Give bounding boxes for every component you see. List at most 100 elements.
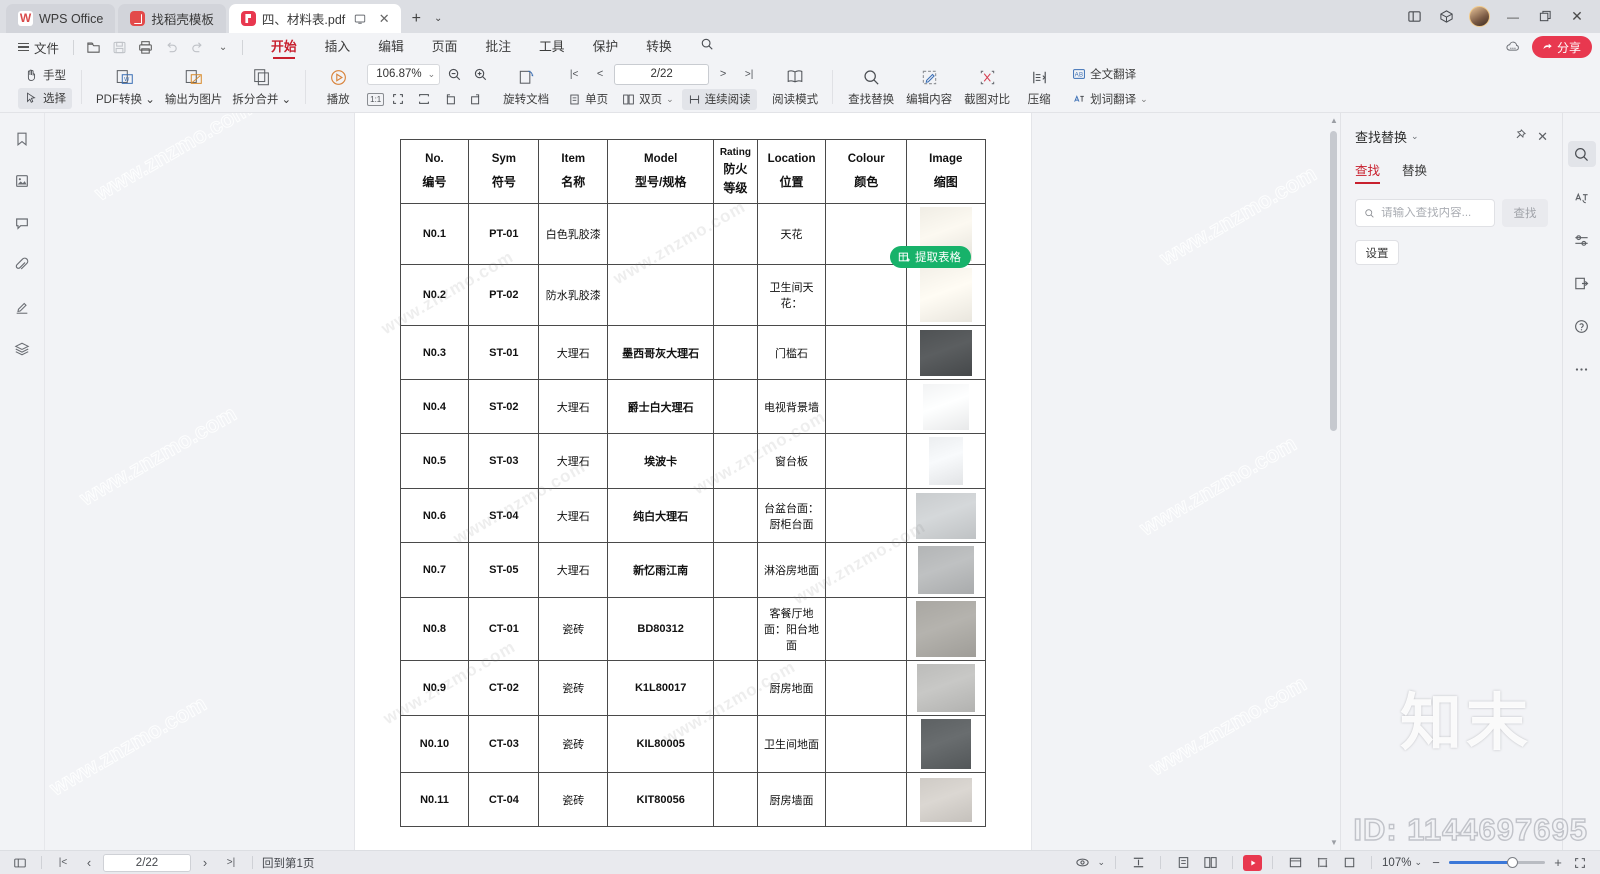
menu-search-icon[interactable] xyxy=(686,33,728,61)
tab-template-store[interactable]: 找稻壳模板 xyxy=(118,4,226,33)
tab-material-pdf[interactable]: 四、材料表.pdf ✕ xyxy=(228,4,402,33)
tab-page[interactable]: 页面 xyxy=(418,33,472,61)
new-tab-button[interactable]: + xyxy=(406,8,426,30)
tab-monitor-icon[interactable] xyxy=(351,10,369,28)
extract-table-button[interactable]: 提取表格 xyxy=(890,246,971,268)
find-replace-button[interactable]: 查找替换 xyxy=(842,64,900,110)
translate-full-button[interactable]: AB 全文翻译 xyxy=(1066,64,1142,85)
save-icon[interactable] xyxy=(106,36,132,58)
redo-icon[interactable] xyxy=(184,36,210,58)
select-tool-button[interactable]: 选择 xyxy=(18,87,72,109)
chevron-down-icon[interactable]: ⌄ xyxy=(1097,857,1105,868)
translate-word-button[interactable]: 划词翻译 ⌄ xyxy=(1066,89,1154,110)
fit-width-icon[interactable] xyxy=(412,89,436,110)
status-page-input[interactable]: 2/22 xyxy=(103,853,191,872)
tab-convert[interactable]: 转换 xyxy=(632,33,686,61)
actual-size-icon[interactable]: 1:1 xyxy=(367,92,385,106)
compress-button[interactable]: 压缩 xyxy=(1016,64,1062,110)
close-icon[interactable]: ✕ xyxy=(1537,129,1548,145)
cube-icon[interactable] xyxy=(1431,4,1461,30)
scroll-up-arrow[interactable]: ▲ xyxy=(1330,116,1338,125)
prev-page-button[interactable]: < xyxy=(588,64,612,85)
note-icon[interactable] xyxy=(1337,853,1361,873)
tab-protect[interactable]: 保护 xyxy=(579,33,633,61)
tab-start[interactable]: 开始 xyxy=(257,33,311,61)
edit-content-button[interactable]: 编辑内容 xyxy=(900,64,958,110)
zoom-in-icon[interactable] xyxy=(468,64,492,85)
find-panel-title[interactable]: 查找替换 ⌄ xyxy=(1355,127,1419,146)
settings-sliders-icon[interactable] xyxy=(1568,227,1596,253)
cloud-sync-icon[interactable] xyxy=(1500,36,1526,58)
fullscreen-icon[interactable] xyxy=(1568,853,1592,873)
tab-close-icon[interactable]: ✕ xyxy=(375,10,393,28)
zoom-slider-track[interactable] xyxy=(1449,857,1545,868)
find-button[interactable]: 查找 xyxy=(1502,199,1548,227)
undo-icon[interactable] xyxy=(158,36,184,58)
rotate-document-button[interactable]: 旋转文档 xyxy=(498,64,554,110)
tab-wps-office[interactable]: W WPS Office xyxy=(6,4,116,33)
double-page-button[interactable]: 双页 ⌄ xyxy=(616,89,680,110)
fit-page-icon[interactable] xyxy=(386,89,410,110)
translate-icon[interactable] xyxy=(1568,184,1596,210)
print-icon[interactable] xyxy=(132,36,158,58)
document-scrollbar[interactable]: ▲ ▼ xyxy=(1329,113,1338,850)
document-viewport[interactable]: No. 编号 Sym 符号 Item 名称 Model 型号/规格 Rating… xyxy=(45,113,1340,850)
close-button[interactable]: ✕ xyxy=(1562,4,1592,30)
single-page-view-icon[interactable] xyxy=(1171,853,1195,873)
split-merge-button[interactable]: 拆分合并 ⌄ xyxy=(227,64,296,110)
zoom-level-select[interactable]: 106.87% ⌄ xyxy=(367,63,441,85)
fit-height-icon[interactable] xyxy=(1126,853,1150,873)
export-image-button[interactable]: 输出为图片 xyxy=(160,64,228,110)
status-first-page[interactable]: |< xyxy=(51,853,75,873)
tab-tools[interactable]: 工具 xyxy=(525,33,579,61)
minimize-button[interactable]: — xyxy=(1498,4,1528,30)
tab-annotate[interactable]: 批注 xyxy=(471,33,525,61)
layers-icon[interactable] xyxy=(9,337,35,361)
status-zoom-label[interactable]: 107% xyxy=(1382,857,1411,869)
crop-icon[interactable] xyxy=(1310,853,1334,873)
attachment-icon[interactable] xyxy=(9,253,35,277)
bookmark-icon[interactable] xyxy=(9,127,35,151)
play-button[interactable]: 播放 xyxy=(315,64,361,110)
panel-toggle-icon[interactable] xyxy=(8,853,32,873)
scrollbar-thumb[interactable] xyxy=(1330,131,1337,431)
screenshot-compare-button[interactable]: 截图对比 xyxy=(958,64,1016,110)
read-mode-button[interactable]: 阅读模式 xyxy=(767,64,823,110)
next-page-button[interactable]: > xyxy=(711,64,735,85)
signature-icon[interactable] xyxy=(9,295,35,319)
page-indicator-input[interactable]: 2/22 xyxy=(614,63,710,85)
back-to-first-page-button[interactable]: 回到第1页 xyxy=(262,855,314,871)
export-panel-icon[interactable] xyxy=(1568,270,1596,296)
more-options-icon[interactable] xyxy=(1568,356,1596,382)
find-settings-button[interactable]: 设置 xyxy=(1355,240,1399,265)
pdf-convert-button[interactable]: W PDF转换 ⌄ xyxy=(91,64,160,110)
find-input-wrapper[interactable] xyxy=(1355,199,1495,227)
help-icon[interactable] xyxy=(1568,313,1596,339)
zoom-slider-knob[interactable] xyxy=(1507,857,1518,868)
tab-insert[interactable]: 插入 xyxy=(311,33,365,61)
hand-tool-button[interactable]: 手型 xyxy=(18,65,72,86)
reading-view-icon[interactable] xyxy=(1283,853,1307,873)
tab-find[interactable]: 查找 xyxy=(1355,160,1381,184)
tab-list-dropdown[interactable]: ⌄ xyxy=(428,8,448,30)
tab-edit[interactable]: 编辑 xyxy=(364,33,418,61)
last-page-button[interactable]: >| xyxy=(737,64,761,85)
rotate-right-icon[interactable] xyxy=(464,89,488,110)
user-avatar[interactable] xyxy=(1469,6,1490,27)
continuous-read-button[interactable]: 连续阅读 xyxy=(681,88,757,110)
split-view-icon[interactable] xyxy=(1399,4,1429,30)
search-icon[interactable] xyxy=(1567,141,1596,167)
find-input[interactable] xyxy=(1381,207,1486,219)
share-button[interactable]: 分享 xyxy=(1531,36,1592,58)
chevron-down-icon[interactable]: ⌄ xyxy=(1414,857,1422,868)
tab-replace[interactable]: 替换 xyxy=(1402,160,1427,184)
status-next-page[interactable]: › xyxy=(193,853,217,873)
new-icon[interactable] xyxy=(80,36,106,58)
comment-icon[interactable] xyxy=(9,211,35,235)
zoom-out-icon[interactable] xyxy=(442,64,466,85)
rotate-left-icon[interactable] xyxy=(438,89,462,110)
zoom-out-button[interactable]: − xyxy=(1429,855,1443,870)
customize-dropdown-icon[interactable]: ⌄ xyxy=(210,36,236,58)
eye-icon[interactable] xyxy=(1070,853,1094,873)
thumbnail-icon[interactable] xyxy=(9,169,35,193)
